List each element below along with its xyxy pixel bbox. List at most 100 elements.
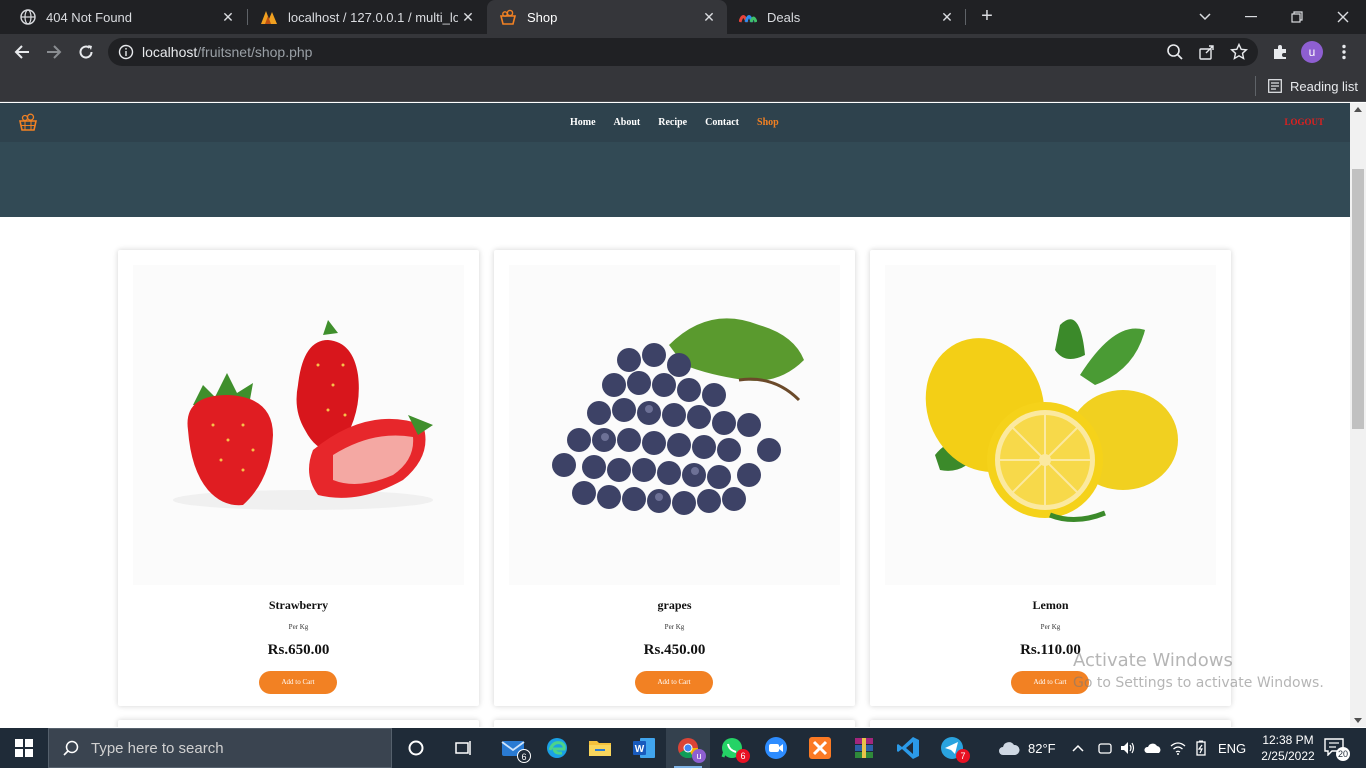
taskbar-file-explorer[interactable] [578,728,622,768]
weather-widget[interactable]: 82°F [998,728,1056,768]
edge-icon [547,738,567,758]
product-unit: Per Kg [288,623,309,631]
tray-volume[interactable] [1120,728,1136,768]
tab-divider [965,9,966,25]
fruit-basket-icon [499,9,517,25]
close-window-button[interactable] [1321,0,1365,34]
bookmarks-bar: Reading list [0,70,1366,102]
nav-contact[interactable]: Contact [705,117,739,128]
minimize-button[interactable] [1229,0,1273,34]
new-tab-button[interactable]: + [976,6,998,28]
restore-button[interactable] [1275,0,1319,34]
winrar-icon [855,738,873,758]
product-image-grapes [509,265,840,585]
tab-search-button[interactable] [1183,0,1227,34]
tab-shop[interactable]: Shop ✕ [487,0,727,34]
zoom-icon [765,737,787,759]
reload-button[interactable] [74,40,98,64]
scroll-down-icon[interactable] [1354,718,1362,723]
product-card-next-row [494,720,855,727]
tray-battery[interactable] [1194,728,1208,768]
vscode-icon [897,737,919,759]
tab-title: Deals [767,9,801,25]
product-card-next-row [118,720,479,727]
tray-language[interactable]: ENG [1218,728,1246,768]
tray-meet-now[interactable] [1098,728,1112,768]
cortana-button[interactable] [394,728,438,768]
nav-shop[interactable]: Shop [757,117,779,128]
nav-about[interactable]: About [614,117,641,128]
reading-list-button[interactable]: Reading list [1255,76,1358,96]
tray-onedrive[interactable] [1144,728,1162,768]
taskbar-edge[interactable] [535,728,579,768]
nav-recipe[interactable]: Recipe [658,117,687,128]
extensions-button[interactable] [1268,40,1292,64]
windows-logo-icon [15,739,33,757]
activate-windows-watermark: Activate Windows Go to Settings to activ… [1073,650,1324,691]
watermark-subtitle: Go to Settings to activate Windows. [1073,675,1324,691]
page-banner [0,142,1350,217]
bookmark-star-icon[interactable] [1230,43,1248,61]
restore-icon [1291,11,1303,23]
add-to-cart-button[interactable]: Add to Cart [259,671,337,694]
url-host: localhost [142,44,198,60]
share-icon[interactable] [1198,43,1216,61]
tray-overflow-button[interactable] [1072,728,1084,768]
close-tab-icon[interactable]: ✕ [220,9,236,25]
minimize-icon [1245,16,1257,18]
scroll-up-icon[interactable] [1354,107,1362,112]
taskbar-xampp[interactable] [798,728,842,768]
start-button[interactable] [0,728,48,768]
address-bar[interactable]: localhost/fruitsnet/shop.php [108,38,1258,66]
taskbar-zoom[interactable] [754,728,798,768]
back-button[interactable] [10,40,34,64]
taskbar-mail[interactable]: 6 [491,728,535,768]
close-tab-icon[interactable]: ✕ [939,9,955,25]
taskbar-word[interactable]: W [622,728,666,768]
tab-deals[interactable]: Deals ✕ [727,0,965,34]
close-tab-icon[interactable]: ✕ [460,9,476,25]
tray-wifi[interactable] [1170,728,1186,768]
volume-icon [1121,742,1135,754]
scrollbar-thumb[interactable] [1352,169,1364,429]
clock-time: 12:38 PM [1262,733,1314,747]
arrow-left-icon [14,45,29,59]
onedrive-icon [1144,743,1161,753]
taskbar-winrar[interactable] [842,728,886,768]
profile-avatar[interactable]: u [1301,41,1323,63]
logout-link[interactable]: LOGOUT [1284,117,1324,127]
product-card: Lemon Per Kg Rs.110.00 Add to Cart [870,250,1231,706]
wifi-icon [1170,742,1186,755]
taskbar-clock[interactable]: 12:38 PM 2/25/2022 [1255,732,1321,764]
chevron-up-icon [1072,744,1084,752]
close-tab-icon[interactable]: ✕ [701,9,717,25]
tab-phpmyadmin[interactable]: localhost / 127.0.0.1 / multi_login ✕ [248,0,486,34]
taskbar-chrome[interactable]: u [666,728,710,768]
page-scrollbar[interactable] [1350,103,1366,727]
menu-button[interactable] [1332,40,1356,64]
weather-temp: 82°F [1028,740,1056,756]
word-icon: W [633,738,655,758]
info-icon[interactable] [118,44,134,60]
taskbar-vscode[interactable] [886,728,930,768]
product-unit: Per Kg [1040,623,1061,631]
chrome-profile-badge: u [692,749,706,763]
taskbar-telegram[interactable]: 7 [930,728,974,768]
nav-home[interactable]: Home [570,117,596,128]
tab-404-not-found[interactable]: 404 Not Found ✕ [8,0,246,34]
add-to-cart-button[interactable]: Add to Cart [635,671,713,694]
chevron-down-icon [1199,13,1211,21]
xampp-icon [809,737,831,759]
taskbar-search[interactable]: Type here to search [48,728,392,768]
notification-center-button[interactable]: 20 [1324,738,1350,761]
notification-count: 20 [1336,747,1350,761]
fruit-basket-logo-icon[interactable] [18,113,38,131]
taskbar-whatsapp[interactable]: 6 [710,728,754,768]
product-price: Rs.650.00 [267,642,330,658]
forward-button[interactable] [42,40,66,64]
globe-icon [20,9,36,25]
product-image-strawberry [133,265,464,585]
zoom-search-icon[interactable] [1166,43,1184,61]
task-view-button[interactable] [441,728,485,768]
kebab-menu-icon [1342,44,1346,60]
